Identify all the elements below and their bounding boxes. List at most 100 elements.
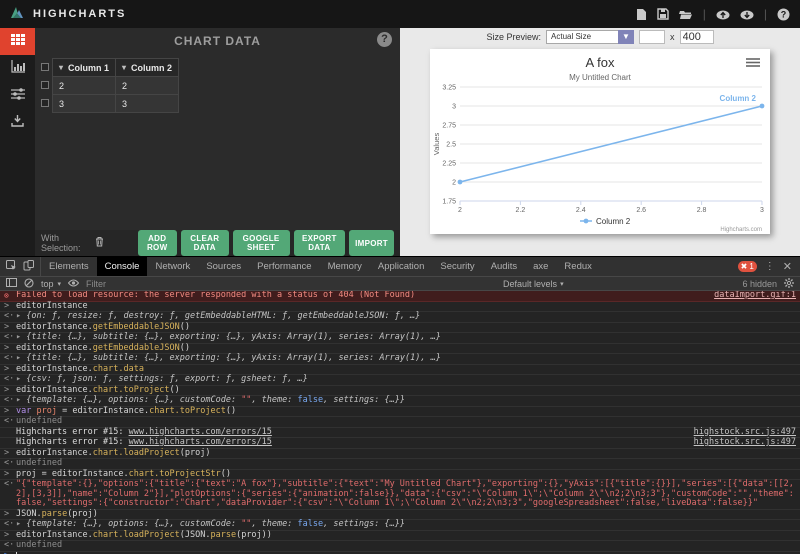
clear-console-icon[interactable] <box>24 277 34 290</box>
sidebar-item-export[interactable] <box>0 109 35 136</box>
divider: | <box>702 7 706 21</box>
sidebar-item-templates[interactable] <box>0 55 35 82</box>
table-cell[interactable]: 2 <box>51 76 117 95</box>
legend-item-label[interactable]: Column 2 <box>596 217 631 226</box>
console-line-content: Highcharts error #15: www.highcharts.com… <box>16 437 686 448</box>
tab-network[interactable]: Network <box>147 257 198 276</box>
console-input-chevron: > <box>4 342 10 353</box>
source-link[interactable]: highstock.src.js:497 <box>686 427 796 438</box>
sidebar-item-data[interactable] <box>0 28 35 55</box>
inspect-element-icon[interactable] <box>6 258 17 276</box>
console-segment: www.highcharts.com/errors/15 <box>128 426 272 437</box>
console-segment: , settings: {…}} <box>323 395 405 405</box>
add-row-button[interactable]: ADD ROW <box>137 230 177 256</box>
console-segment: {on: ƒ, resize: ƒ, destroy: ƒ, getEmbedd… <box>26 311 421 321</box>
chart-svg[interactable]: A foxMy Untitled Chart1.7522.252.52.7533… <box>430 49 770 234</box>
cloud-upload-icon[interactable] <box>716 9 730 20</box>
source-link[interactable]: highstock.src.js:497 <box>686 437 796 448</box>
column-header[interactable]: ▾ Column 1 <box>51 58 117 77</box>
tab-security[interactable]: Security <box>432 257 482 276</box>
clear-data-button[interactable]: CLEAR DATA <box>180 230 229 256</box>
open-folder-icon[interactable] <box>678 9 693 20</box>
console-settings-gear-icon[interactable] <box>784 277 794 290</box>
console-filter-input[interactable]: Filter <box>86 279 336 289</box>
tab-application[interactable]: Application <box>370 257 432 276</box>
execution-context-select[interactable]: top ▾ <box>41 279 61 289</box>
console-segment: ▸ <box>16 519 27 529</box>
close-devtools-icon[interactable]: ✕ <box>783 260 792 273</box>
console-segment: , series: <box>328 332 380 342</box>
chevron-down-icon[interactable]: ▾ <box>59 63 63 72</box>
console-segment: ▸ <box>16 311 27 321</box>
x-tick-label: 2.8 <box>697 207 707 214</box>
cloud-download-icon[interactable] <box>740 9 754 20</box>
tab-sources[interactable]: Sources <box>198 257 249 276</box>
console-segment: Array(1) <box>379 332 421 342</box>
row-checkbox[interactable] <box>41 81 49 89</box>
console-input-line[interactable]: > editorInstance.chart.loadProject(JSON.p… <box>0 529 800 541</box>
tab-audits[interactable]: Audits <box>483 257 525 276</box>
chart-title: A fox <box>586 55 615 70</box>
console-sidebar-icon[interactable] <box>6 278 17 289</box>
chart-context-menu-icon[interactable] <box>746 58 760 67</box>
live-expression-eye-icon[interactable] <box>67 279 80 289</box>
preview-height-input[interactable] <box>679 29 714 44</box>
console-output-line[interactable]: <· undefined <box>0 540 800 552</box>
table-cell[interactable]: 3 <box>115 94 180 113</box>
export-data-button[interactable]: EXPORT DATA <box>293 230 346 256</box>
y-tick-label: 2.25 <box>442 161 456 168</box>
import-button[interactable]: IMPORT <box>349 230 394 256</box>
tab-redux[interactable]: Redux <box>556 257 599 276</box>
tab-console[interactable]: Console <box>96 257 148 276</box>
console-output-line[interactable]: <· "{"template":{},"options":{"title":{"t… <box>0 479 800 510</box>
select-all-checkbox[interactable] <box>41 63 49 71</box>
data-panel-footer: With Selection: ADD ROW CLEAR DATA GOOGLE … <box>35 230 400 256</box>
log-levels-select[interactable]: Default levels ▾ <box>503 279 564 289</box>
tab-elements[interactable]: Elements <box>41 257 97 276</box>
console-output[interactable]: ⊗ Failed to load resource: the server res… <box>0 291 800 554</box>
console-output-arrow: <· <box>4 395 15 405</box>
kebab-menu-icon[interactable]: ⋮ <box>765 261 775 272</box>
google-sheet-button[interactable]: GOOGLE SHEET <box>232 230 290 256</box>
left-icon-rail <box>0 28 35 256</box>
console-segment: parse <box>210 529 237 540</box>
panel-help-icon[interactable]: ? <box>377 32 392 47</box>
console-input-chevron: > <box>4 447 10 458</box>
new-file-icon[interactable] <box>636 8 647 21</box>
tab-memory[interactable]: Memory <box>320 257 370 276</box>
table-cell[interactable]: 3 <box>51 94 117 113</box>
console-error-line[interactable]: ⊗ Failed to load resource: the server res… <box>0 291 800 302</box>
size-preview-select[interactable]: Actual Size ▼ <box>546 29 635 44</box>
console-line-content: undefined <box>16 416 796 427</box>
console-input-line[interactable]: > var proj = editorInstance.chart.toProje… <box>0 406 800 417</box>
console-input-chevron: > <box>4 321 10 332</box>
devtools: Elements Console Network Sources Performance… <box>0 256 800 554</box>
console-segment: () <box>179 342 191 353</box>
console-line-content: ▸ {title: {…}, subtitle: {…}, exporting:… <box>16 353 796 364</box>
tab-performance[interactable]: Performance <box>249 257 319 276</box>
preview-width-input[interactable] <box>639 29 666 44</box>
hidden-messages-label[interactable]: 6 hidden <box>742 279 777 289</box>
table-cell[interactable]: 2 <box>115 76 180 95</box>
source-link[interactable]: dataImport.gif:1 <box>706 291 796 301</box>
chevron-down-icon[interactable]: ▾ <box>122 63 126 72</box>
tab-axe[interactable]: axe <box>525 257 556 276</box>
device-toolbar-icon[interactable] <box>23 258 34 276</box>
help-icon[interactable]: ? <box>777 8 790 21</box>
data-table: ▾ Column 1 ▾ Column 2 2233 <box>51 58 180 113</box>
save-icon[interactable] <box>657 8 669 20</box>
trash-icon[interactable] <box>95 234 104 252</box>
sidebar-item-customize[interactable] <box>0 82 35 109</box>
column-header-label: Column 1 <box>68 62 110 73</box>
series-data-label: Column 2 <box>720 94 757 103</box>
console-input-line[interactable]: > editorInstance.chart.loadProject(proj) <box>0 447 800 459</box>
devtools-tab-bar: Elements Console Network Sources Performance… <box>0 257 800 277</box>
chart-credits[interactable]: Highcharts.com <box>720 227 762 233</box>
with-selection-label: With Selection: <box>41 233 81 253</box>
console-output-arrow: <· <box>4 332 15 342</box>
x-tick-label: 2.4 <box>576 207 586 214</box>
column-header[interactable]: ▾ Column 2 <box>115 58 180 77</box>
error-count-badge[interactable]: ✖ 1 <box>737 261 757 272</box>
table-row: 22 <box>51 76 180 95</box>
row-checkbox[interactable] <box>41 99 49 107</box>
